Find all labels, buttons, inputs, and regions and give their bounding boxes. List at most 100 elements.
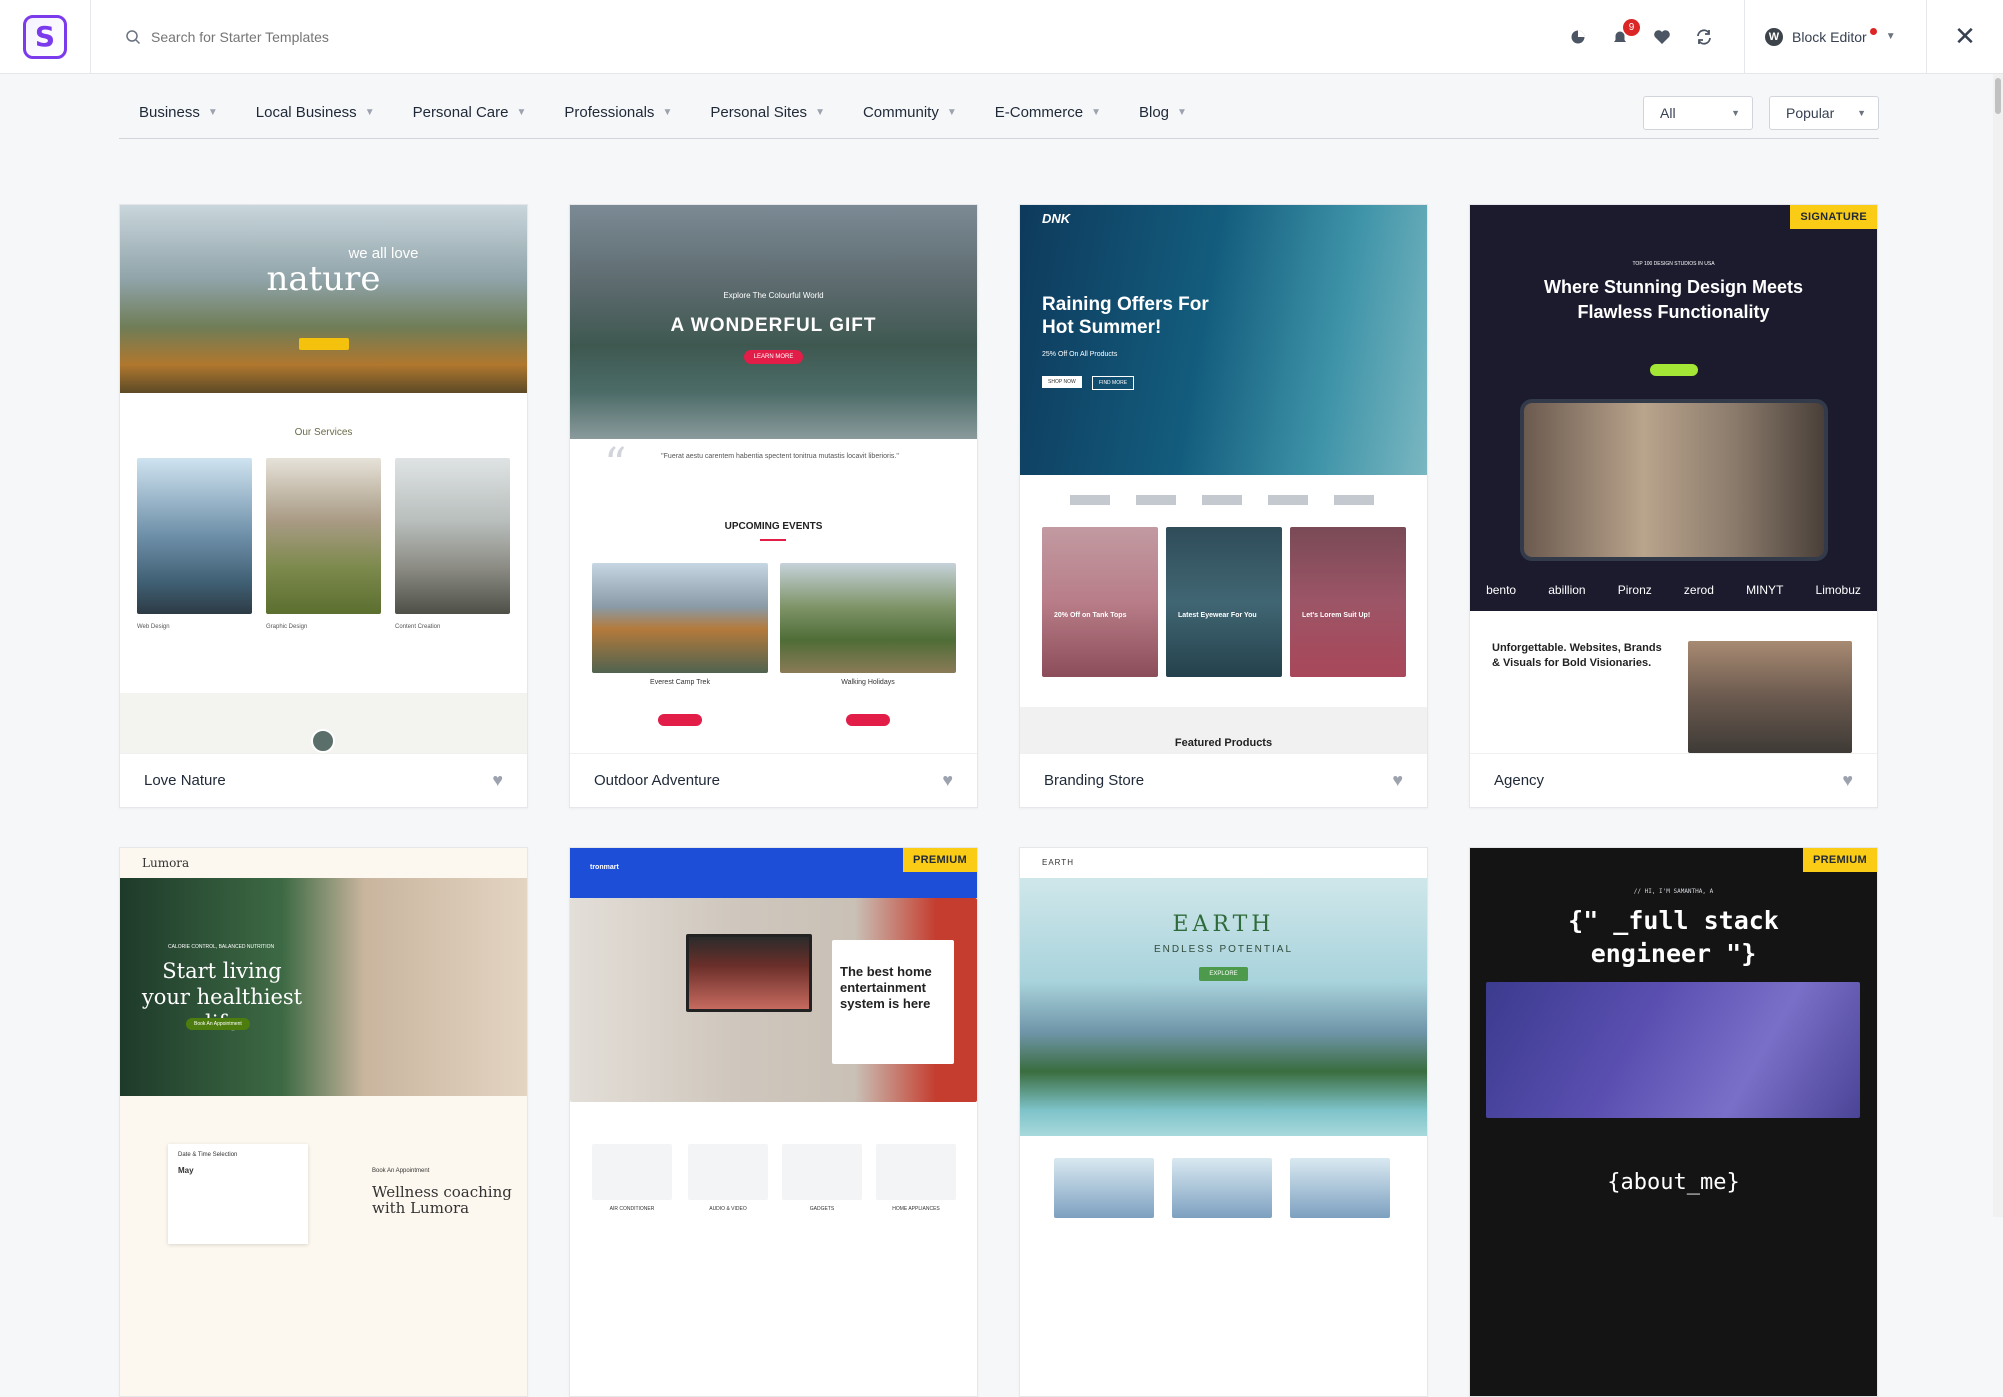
- template-card[interactable]: we all love nature Our Services Web Desi…: [119, 204, 528, 808]
- template-preview[interactable]: PREMIUM // HI, I'M SAMANTHA, A {" _full …: [1470, 848, 1877, 1396]
- event-title: Walking Holidays: [841, 679, 895, 686]
- template-preview[interactable]: Explore The Colourful World A WONDERFUL …: [570, 205, 977, 753]
- section-title: Featured Products: [1174, 737, 1273, 749]
- notifications-icon[interactable]: 9: [1610, 18, 1640, 47]
- section-title: Wellness coaching with Lumora: [372, 1183, 512, 1217]
- starter-templates-logo[interactable]: S: [23, 14, 67, 59]
- book-label: Book An Appointment: [372, 1168, 430, 1174]
- chevron-down-icon: ▼: [516, 106, 527, 118]
- template-name: Outdoor Adventure: [594, 772, 720, 789]
- category-e-commerce[interactable]: E-Commerce ▼: [975, 96, 1101, 128]
- template-card[interactable]: DNK Raining Offers For Hot Summer! 25% O…: [1019, 204, 1428, 808]
- hero-button: [1470, 363, 1877, 381]
- card-footer: Agency ♥: [1470, 753, 1877, 807]
- category-professionals[interactable]: Professionals ▼: [544, 96, 672, 128]
- filters: All ▼ Popular ▼: [1643, 96, 1879, 130]
- category-local-business[interactable]: Local Business ▼: [236, 96, 375, 128]
- quote-mark: “: [604, 439, 627, 490]
- card-footer: Love Nature ♥: [120, 753, 527, 807]
- quote-text: "Fuerat aestu carentem habentia spectent…: [661, 453, 899, 460]
- favorite-heart-icon[interactable]: ♥: [942, 770, 953, 791]
- hero-small-text: ENDLESS POTENTIAL: [1153, 944, 1294, 955]
- premium-ribbon: PREMIUM: [902, 848, 977, 872]
- hero-kicker: CALORIE CONTROL, BALANCED NUTRITION: [168, 944, 275, 950]
- template-preview[interactable]: EARTH EARTH ENDLESS POTENTIAL EXPLORE: [1020, 848, 1427, 1396]
- service-image-mountain-lake: [137, 458, 252, 614]
- chevron-down-icon: ▼: [815, 106, 825, 118]
- product-thumb: [592, 1144, 672, 1200]
- template-preview[interactable]: Lumora CALORIE CONTROL, BALANCED NUTRITI…: [120, 848, 527, 1396]
- template-preview[interactable]: SIGNATURE TOP 100 DESIGN STUDIOS IN USA …: [1470, 205, 1877, 753]
- search-bar: [91, 28, 1568, 45]
- template-name: Love Nature: [144, 772, 226, 789]
- heart-icon[interactable]: [1652, 27, 1672, 47]
- service-image-rock: [395, 458, 510, 614]
- brand-logo: EARTH: [1042, 858, 1074, 867]
- pie-chart-icon[interactable]: [1568, 27, 1588, 47]
- template-card[interactable]: EARTH EARTH ENDLESS POTENTIAL EXPLORE: [1019, 847, 1428, 1397]
- event-image-trek: [592, 563, 768, 673]
- event-image-walking: [780, 563, 956, 673]
- calendar-month: May: [178, 1166, 194, 1175]
- signature-ribbon: SIGNATURE: [1790, 205, 1877, 229]
- brand-strip: bento abillion Pironz zerod MINYT Limobu…: [1486, 583, 1861, 597]
- hero-big-text: Raining Offers For Hot Summer!: [1042, 294, 1209, 338]
- close-icon: ✕: [1954, 21, 1976, 51]
- category-blog[interactable]: Blog ▼: [1119, 96, 1187, 128]
- product-label: Let's Lorem Suit Up!: [1302, 612, 1371, 619]
- category-personal-care[interactable]: Personal Care ▼: [393, 96, 527, 128]
- event-button: [658, 714, 702, 726]
- category-community[interactable]: Community ▼: [843, 96, 957, 128]
- hero-button: EXPLORE: [1020, 962, 1427, 981]
- header-icons: 9: [1568, 18, 1714, 47]
- card-footer: Branding Store ♥: [1020, 753, 1427, 807]
- template-preview[interactable]: we all love nature Our Services Web Desi…: [120, 205, 527, 753]
- hero-big-text: A WONDERFUL GIFT: [670, 315, 877, 336]
- section-title: {about_me}: [1607, 1170, 1740, 1195]
- chevron-down-icon: ▼: [946, 106, 957, 118]
- category-item: AIR CONDITIONER: [609, 1206, 655, 1212]
- hero-small-text: 25% Off On All Products: [1042, 351, 1118, 358]
- refresh-icon[interactable]: [1694, 27, 1714, 47]
- chevron-down-icon: ▼: [1857, 108, 1866, 118]
- template-card[interactable]: Lumora CALORIE CONTROL, BALANCED NUTRITI…: [119, 847, 528, 1397]
- favorite-heart-icon[interactable]: ♥: [492, 770, 503, 791]
- category-business[interactable]: Business ▼: [119, 96, 218, 128]
- hero-button: LEARN MORE: [570, 345, 977, 364]
- calendar-widget: Date & Time Selection May: [168, 1144, 308, 1244]
- hero-button: [120, 337, 527, 355]
- hero-kicker: // HI, I'M SAMANTHA, A: [1633, 888, 1714, 895]
- scrollbar-thumb[interactable]: [1995, 78, 2001, 114]
- hero-image: [120, 205, 527, 393]
- template-card[interactable]: PREMIUM tronmart The best home entertain…: [569, 847, 978, 1397]
- service-label: Graphic Design: [266, 624, 308, 630]
- event-button: [846, 714, 890, 726]
- template-card[interactable]: SIGNATURE TOP 100 DESIGN STUDIOS IN USA …: [1469, 204, 1878, 808]
- search-input[interactable]: [151, 28, 551, 45]
- sort-select[interactable]: Popular ▼: [1769, 96, 1879, 130]
- chevron-down-icon: ▼: [1885, 31, 1896, 42]
- chevron-down-icon: ▼: [662, 106, 673, 118]
- favorite-heart-icon[interactable]: ♥: [1392, 770, 1403, 791]
- section-title: Unforgettable. Websites, Brands & Visual…: [1492, 642, 1662, 669]
- template-preview[interactable]: DNK Raining Offers For Hot Summer! 25% O…: [1020, 205, 1427, 753]
- chevron-down-icon: ▼: [1177, 106, 1187, 118]
- category-item: HOME APPLIANCES: [892, 1206, 940, 1212]
- category-personal-sites[interactable]: Personal Sites ▼: [690, 96, 825, 128]
- product-image-tank: [1042, 527, 1158, 677]
- template-preview[interactable]: PREMIUM tronmart The best home entertain…: [570, 848, 977, 1396]
- template-card[interactable]: Explore The Colourful World A WONDERFUL …: [569, 204, 978, 808]
- scrollbar[interactable]: [1993, 74, 2003, 1217]
- team-photo: [1520, 399, 1828, 561]
- template-card[interactable]: PREMIUM // HI, I'M SAMANTHA, A {" _full …: [1469, 847, 1878, 1397]
- hero-big-text: EARTH: [1172, 912, 1275, 937]
- type-filter-select[interactable]: All ▼: [1643, 96, 1753, 130]
- chevron-down-icon: ▼: [1091, 106, 1101, 118]
- favorite-heart-icon[interactable]: ♥: [1842, 770, 1853, 791]
- product-thumb: [688, 1144, 768, 1200]
- card-footer: Outdoor Adventure ♥: [570, 753, 977, 807]
- editor-select[interactable]: W Block Editor ▼: [1744, 0, 1927, 74]
- close-button[interactable]: ✕: [1927, 0, 2003, 74]
- service-label: Web Design: [137, 624, 170, 630]
- section-title: UPCOMING EVENTS: [724, 521, 823, 532]
